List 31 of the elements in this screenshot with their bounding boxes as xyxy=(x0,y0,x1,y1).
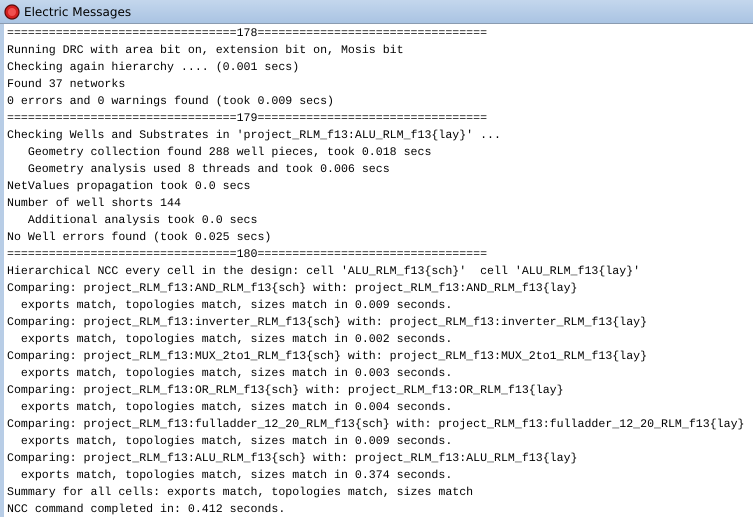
message-line: 0 errors and 0 warnings found (took 0.009 secs) xyxy=(7,94,335,110)
message-line: Comparing: project_RLM_f13:MUX_2to1_RLM_f13{sch} with: project_RLM_f13:MUX_2to1_RLM_f13{lay} xyxy=(7,349,648,365)
message-line: NetValues propagation took 0.0 secs xyxy=(7,179,252,195)
message-line: NCC command completed in: 0.412 seconds. xyxy=(7,502,286,517)
message-line: exports match, topologies match, sizes match in 0.002 seconds. xyxy=(20,332,454,348)
app-icon xyxy=(4,4,20,20)
message-line: Number of well shorts 144 xyxy=(7,196,182,212)
message-line: Checking Wells and Substrates in 'project_RLM_f13:ALU_RLM_f13{lay}' ... xyxy=(7,128,502,144)
message-line: exports match, topologies match, sizes match in 0.374 seconds. xyxy=(20,468,454,484)
message-line: Hierarchical NCC every cell in the design: cell 'ALU_RLM_f13{sch}' cell 'ALU_RLM_f13{lay}' xyxy=(7,264,642,280)
message-line: Summary for all cells: exports match, topologies match, sizes match xyxy=(7,485,474,501)
message-line: Running DRC with area bit on, extension bit on, Mosis bit xyxy=(7,43,405,59)
message-line: exports match, topologies match, sizes match in 0.003 seconds. xyxy=(20,366,454,382)
message-line: =================================179================================= xyxy=(7,111,488,127)
message-line: =================================178================================= xyxy=(7,26,488,42)
message-line: =================================180================================= xyxy=(7,247,488,263)
message-line: Additional analysis took 0.0 secs xyxy=(26,213,258,229)
message-line: Comparing: project_RLM_f13:ALU_RLM_f13{sch} with: project_RLM_f13:ALU_RLM_f13{lay} xyxy=(7,451,579,467)
message-line: Comparing: project_RLM_f13:OR_RLM_f13{sch} with: project_RLM_f13:OR_RLM_f13{lay} xyxy=(7,383,565,399)
message-line: Comparing: project_RLM_f13:AND_RLM_f13{sch} with: project_RLM_f13:AND_RLM_f13{lay} xyxy=(7,281,579,297)
message-line: Found 37 networks xyxy=(7,77,126,93)
message-line: Comparing: project_RLM_f13:inverter_RLM_f13{sch} with: project_RLM_f13:inverter_RLM_f13{lay} xyxy=(7,315,648,331)
message-line: No Well errors found (took 0.025 secs) xyxy=(7,230,272,246)
message-line: exports match, topologies match, sizes match in 0.004 seconds. xyxy=(20,400,454,416)
message-line: Geometry collection found 288 well pieces, took 0.018 secs xyxy=(26,145,432,161)
message-line: exports match, topologies match, sizes match in 0.009 seconds. xyxy=(20,298,454,314)
message-line: Checking again hierarchy .... (0.001 secs) xyxy=(7,60,300,76)
window-title: Electric Messages xyxy=(24,4,132,20)
message-line: Geometry analysis used 8 threads and took 0.006 secs xyxy=(26,162,391,178)
message-line: exports match, topologies match, sizes match in 0.009 seconds. xyxy=(20,434,454,450)
message-line: Comparing: project_RLM_f13:fulladder_12_20_RLM_f13{sch} with: project_RLM_f13:fulladder_12_20_RLM_f13{lay} xyxy=(7,417,746,433)
